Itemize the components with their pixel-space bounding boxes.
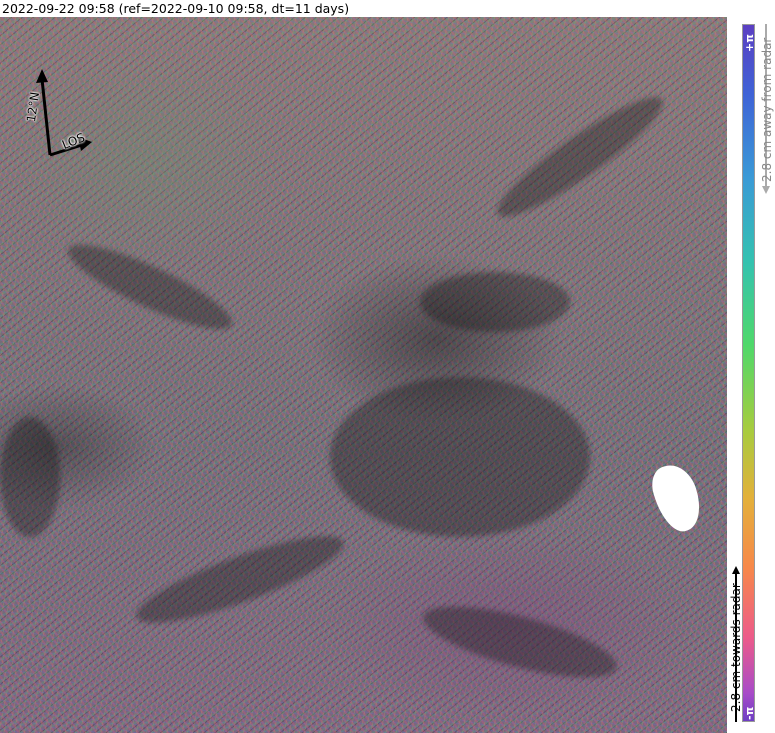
away-arrow-icon	[762, 186, 770, 194]
shadow-ridge	[420, 272, 570, 332]
towards-arrow-icon	[732, 566, 740, 574]
away-from-radar-label: 2.8 cm away from radar	[760, 37, 774, 182]
shadow-ridge	[0, 417, 60, 537]
no-data-patch	[646, 459, 708, 537]
colorbar-max-label: +π	[743, 34, 756, 52]
shadow-ridge	[59, 230, 241, 344]
shadow-ridge	[330, 377, 590, 537]
shadow-ridge	[486, 83, 674, 231]
phase-colorbar	[742, 24, 755, 722]
interferogram-map: 12°N LOS	[0, 17, 727, 733]
towards-radar-label: 2.8 cm towards radar	[729, 583, 743, 712]
shadow-ridge	[128, 520, 352, 639]
shadow-ridge	[416, 591, 624, 693]
map-caption: 2022-09-22 09:58 (ref=2022-09-10 09:58, …	[0, 0, 727, 17]
colorbar-min-label: -π	[743, 706, 756, 720]
